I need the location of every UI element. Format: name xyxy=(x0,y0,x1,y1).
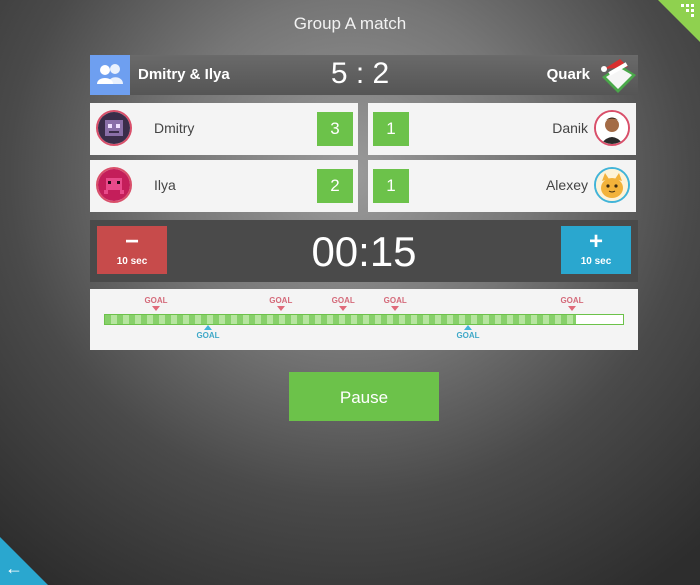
marker-arrow-icon xyxy=(391,306,400,311)
player-goals-counter[interactable]: 2 xyxy=(317,169,353,203)
cat-avatar-icon xyxy=(594,167,630,203)
player-goals-counter[interactable]: 3 xyxy=(317,112,353,146)
marker-arrow-icon xyxy=(152,306,160,311)
back-corner-button[interactable]: ← xyxy=(0,537,48,585)
home-goal-marker: GOAL xyxy=(557,296,587,311)
timeline-track xyxy=(104,314,624,325)
goal-marker-label: GOAL xyxy=(331,296,355,305)
group-icon xyxy=(90,55,130,95)
minus-icon: − xyxy=(124,228,139,255)
player-goals-counter[interactable]: 1 xyxy=(373,112,409,146)
home-goal-marker: GOAL xyxy=(266,296,296,311)
space-invader-avatar-icon xyxy=(96,167,132,203)
match-score: 5 : 2 xyxy=(330,57,390,90)
goal-marker-label: GOAL xyxy=(456,331,480,340)
team-logo-icon xyxy=(598,55,638,95)
away-player-row: 1 Danik xyxy=(368,103,636,155)
home-goal-marker: GOAL xyxy=(141,296,171,311)
marker-arrow-icon xyxy=(464,325,472,330)
marker-arrow-icon xyxy=(276,306,285,311)
robot-avatar-icon xyxy=(96,110,132,146)
home-team-name: Dmitry & Ilya xyxy=(138,66,230,83)
plus-button-label: 10 sec xyxy=(580,256,612,267)
player-name: Dmitry xyxy=(154,120,195,136)
away-player-row: 1 Alexey xyxy=(368,160,636,212)
marker-arrow-icon xyxy=(204,325,212,330)
person-avatar-icon xyxy=(594,110,630,146)
player-name: Alexey xyxy=(545,177,588,193)
grid-menu-icon xyxy=(681,4,694,17)
plus-icon: + xyxy=(588,228,603,255)
away-team-name: Quark xyxy=(546,66,590,83)
away-goal-marker: GOAL xyxy=(193,325,223,340)
minus-button-label: 10 sec xyxy=(116,256,148,267)
away-goal-marker: GOAL xyxy=(453,325,483,340)
plus-10-sec-button[interactable]: + 10 sec xyxy=(561,226,631,274)
player-name: Danik xyxy=(552,120,588,136)
home-goal-marker: GOAL xyxy=(380,296,410,311)
player-goals-counter[interactable]: 1 xyxy=(373,169,409,203)
match-timer: 00:15 xyxy=(311,228,417,275)
home-player-row: Dmitry 3 xyxy=(90,103,358,155)
timer-panel: − 10 sec 00:15 + 10 sec xyxy=(90,220,638,282)
goal-marker-label: GOAL xyxy=(196,331,220,340)
goal-marker-label: GOAL xyxy=(269,296,293,305)
marker-arrow-icon xyxy=(568,306,576,311)
back-arrow-icon: ← xyxy=(5,558,23,578)
minus-10-sec-button[interactable]: − 10 sec xyxy=(97,226,167,274)
goal-marker-label: GOAL xyxy=(144,296,168,305)
goal-timeline: GOAL GOAL GOAL GOAL GOAL GOAL GOAL xyxy=(90,289,638,350)
home-player-row: Ilya 2 xyxy=(90,160,358,212)
player-name: Ilya xyxy=(154,177,176,193)
goal-marker-label: GOAL xyxy=(560,296,584,305)
pause-button[interactable]: Pause xyxy=(289,372,439,421)
team-score-bar: Dmitry & Ilya 5 : 2 Quark xyxy=(90,55,638,95)
menu-corner-button[interactable] xyxy=(658,0,700,42)
marker-arrow-icon xyxy=(339,306,348,311)
goal-marker-label: GOAL xyxy=(383,296,407,305)
timeline-progress-fill xyxy=(105,315,577,324)
title: Group A match xyxy=(293,14,407,33)
home-goal-marker: GOAL xyxy=(328,296,358,311)
